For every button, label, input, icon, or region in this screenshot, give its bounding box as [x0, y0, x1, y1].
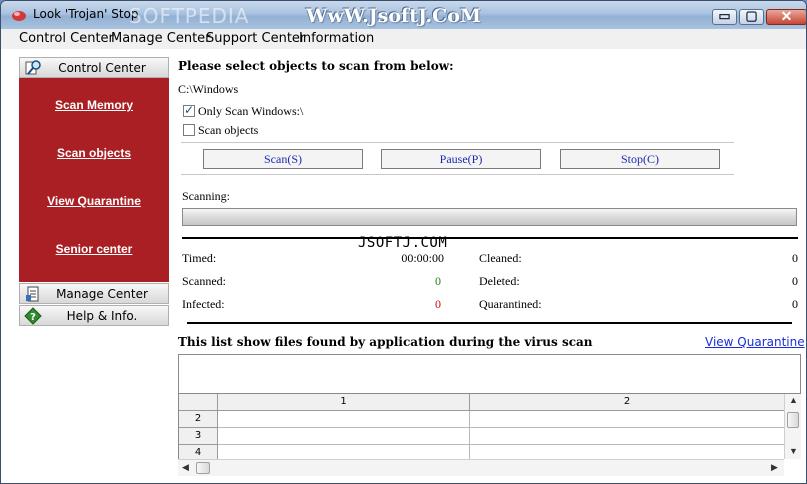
- scan-progress-bar: [182, 208, 797, 226]
- softpedia-watermark: SOFTPEDIA: [129, 4, 250, 28]
- infected-value: 0: [435, 297, 441, 311]
- grid-cell[interactable]: [218, 411, 470, 428]
- cleaned-label: Cleaned:: [479, 251, 522, 265]
- menu-information[interactable]: Information: [299, 31, 374, 46]
- quarantined-value: 0: [792, 297, 798, 311]
- sidebar: Control Center Scan Memory Scan objects …: [19, 57, 169, 329]
- grid-row-header: 2: [179, 411, 218, 428]
- menu-bar: Control Center Manage Center Support Cen…: [1, 29, 806, 49]
- stats-bottom-divider: [187, 322, 792, 324]
- results-heading: This list show files found by applicatio…: [178, 335, 593, 349]
- menu-manage-center[interactable]: Manage Center: [111, 31, 211, 46]
- results-grid[interactable]: 1 2 2 3 4: [178, 394, 785, 459]
- sidebar-help-info[interactable]: ? Help & Info.: [19, 305, 169, 326]
- trojan-app-icon: [12, 11, 26, 21]
- cleaned-value: 0: [792, 251, 798, 265]
- grid-column-header[interactable]: 2: [470, 394, 785, 411]
- scan-memory-link[interactable]: Scan Memory: [19, 98, 169, 112]
- scanned-label: Scanned:: [182, 274, 226, 288]
- infected-label: Infected:: [182, 297, 225, 311]
- scan-objects-link[interactable]: Scan objects: [19, 146, 169, 160]
- vertical-scroll-thumb[interactable]: [787, 412, 799, 428]
- scan-heading: Please select objects to scan from below…: [178, 59, 454, 73]
- senior-center-link[interactable]: Senior center: [19, 242, 169, 256]
- scan-path: C:\Windows: [178, 82, 239, 96]
- deleted-label: Deleted:: [479, 274, 520, 288]
- maximize-icon: ▢: [745, 8, 758, 23]
- results-list[interactable]: [178, 354, 801, 394]
- menu-control-center[interactable]: Control Center: [19, 31, 114, 46]
- menu-support-center[interactable]: Support Center: [206, 31, 305, 46]
- view-quarantine-sidebar-link[interactable]: View Quarantine: [19, 194, 169, 208]
- view-quarantine-link[interactable]: View Quarantine: [705, 335, 805, 349]
- grid-vertical-scrollbar[interactable]: ▲ ▼: [784, 394, 801, 459]
- checkmark-icon: ✓: [184, 103, 195, 117]
- only-scan-windows-checkbox[interactable]: ✓: [183, 103, 195, 117]
- deleted-value: 0: [792, 274, 798, 288]
- scanning-label: Scanning:: [182, 189, 230, 203]
- scan-button[interactable]: Scan(S): [203, 149, 363, 169]
- horizontal-scroll-thumb[interactable]: [196, 462, 210, 474]
- scan-objects-label: Scan objects: [198, 123, 259, 137]
- grid-row-header: 4: [179, 445, 218, 459]
- close-icon: ✕: [780, 8, 793, 24]
- grid-horizontal-scrollbar[interactable]: ◀ ▶: [178, 459, 784, 476]
- grid-row-header: 3: [179, 428, 218, 445]
- options-group-bottom-line: [181, 174, 734, 175]
- sidebar-manage-center[interactable]: Manage Center: [19, 283, 169, 304]
- title-bar[interactable]: Look 'Trojan' Stop SOFTPEDIA WwW.JsoftJ.…: [1, 1, 806, 29]
- options-group-top-line: [181, 142, 734, 143]
- client-area: Control Center Scan Memory Scan objects …: [1, 49, 806, 483]
- sidebar-manage-center-label: Manage Center: [56, 287, 148, 301]
- scanned-value: 0: [435, 274, 441, 288]
- scan-objects-checkbox[interactable]: [183, 124, 195, 136]
- minimize-button[interactable]: ▭: [712, 8, 737, 25]
- stats-top-divider: [182, 237, 798, 239]
- stop-button[interactable]: Stop(C): [560, 149, 720, 169]
- close-button[interactable]: ✕: [766, 8, 806, 25]
- jsoftj-mid-watermark: JSOFTJ.COM: [358, 235, 448, 251]
- sidebar-control-center[interactable]: Control Center: [19, 57, 169, 78]
- jsoftj-watermark: WwW.JsoftJ.CoM: [306, 5, 481, 27]
- scroll-left-icon[interactable]: ◀: [182, 462, 189, 473]
- timed-label: Timed:: [182, 251, 217, 265]
- maximize-button[interactable]: ▢: [739, 8, 764, 25]
- grid-column-header[interactable]: 1: [218, 394, 470, 411]
- grid-cell[interactable]: [218, 428, 470, 445]
- scroll-right-icon[interactable]: ▶: [771, 462, 778, 473]
- sidebar-help-info-label: Help & Info.: [66, 309, 138, 323]
- quarantined-label: Quarantined:: [479, 297, 542, 311]
- minimize-icon: ▭: [718, 8, 731, 23]
- grid-cell[interactable]: [470, 411, 785, 428]
- pause-button[interactable]: Pause(P): [381, 149, 541, 169]
- scroll-down-icon[interactable]: ▼: [789, 446, 798, 456]
- grid-cell[interactable]: [470, 445, 785, 459]
- timed-value: 00:00:00: [401, 251, 444, 265]
- scroll-up-icon[interactable]: ▲: [789, 395, 798, 405]
- sidebar-control-center-label: Control Center: [58, 61, 146, 75]
- grid-cell[interactable]: [218, 445, 470, 459]
- control-center-panel: Scan Memory Scan objects View Quarantine…: [19, 78, 169, 282]
- grid-corner: [179, 394, 218, 411]
- grid-cell[interactable]: [470, 428, 785, 445]
- app-window: Look 'Trojan' Stop SOFTPEDIA WwW.JsoftJ.…: [0, 0, 807, 484]
- window-title: Look 'Trojan' Stop: [33, 7, 139, 21]
- only-scan-windows-label: Only Scan Windows:\: [198, 104, 304, 118]
